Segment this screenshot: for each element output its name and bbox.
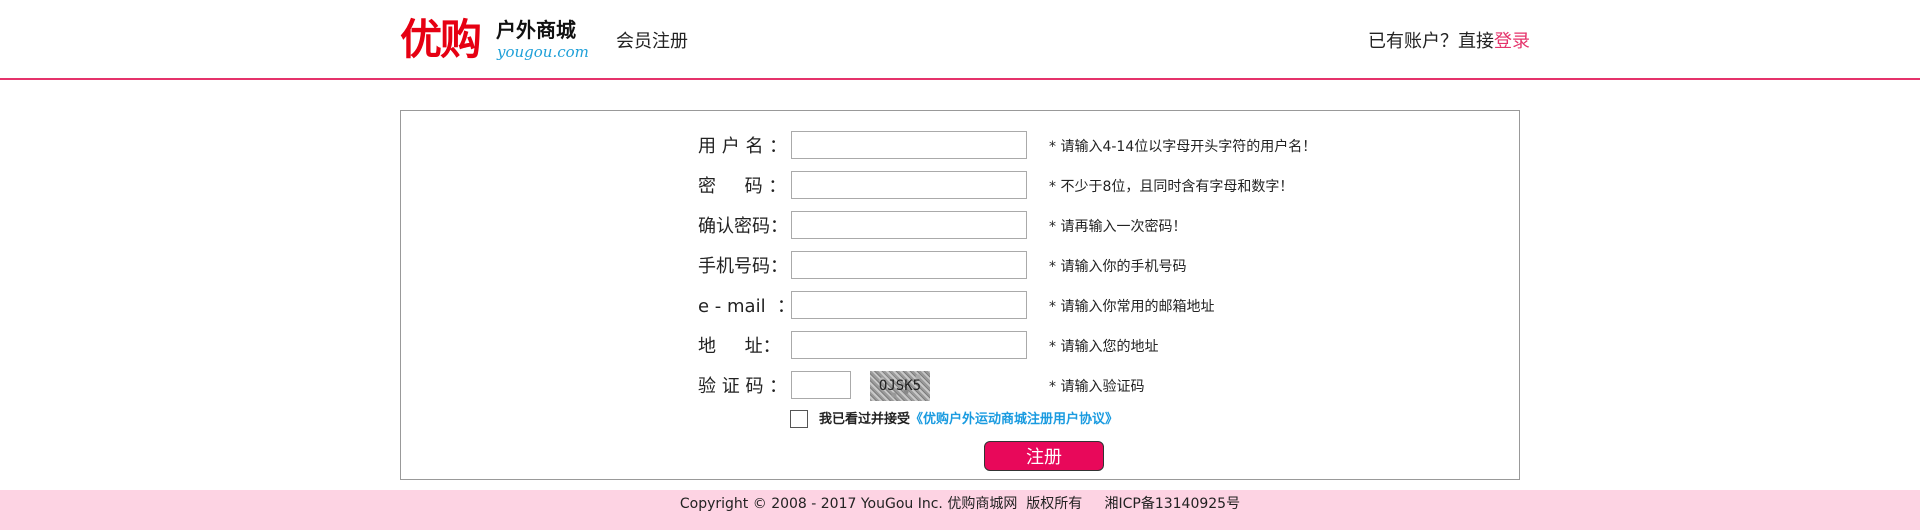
email-label: e - mail ： <box>698 296 796 317</box>
form-row-address: 地 址： * 请输入您的地址 <box>401 331 1519 363</box>
form-row-username: 用 户 名 ： * 请输入4-14位以字母开头字符的用户名！ <box>401 131 1519 163</box>
login-link[interactable]: 登录 <box>1494 31 1530 52</box>
address-input[interactable] <box>791 331 1027 359</box>
form-row-password: 密 码 ： * 不少于8位，且同时含有字母和数字！ <box>401 171 1519 203</box>
email-hint: * 请输入你常用的邮箱地址 <box>1049 299 1215 315</box>
site-logo[interactable]: 优购 户外商城 yougou.com <box>400 15 589 66</box>
form-row-email: e - mail ： * 请输入你常用的邮箱地址 <box>401 291 1519 323</box>
captcha-hint: * 请输入验证码 <box>1049 379 1145 395</box>
page-title: 会员注册 <box>616 31 688 52</box>
username-input[interactable] <box>791 131 1027 159</box>
login-prompt: 已有账户？直接登录 <box>1368 27 1530 53</box>
page-footer: Copyright © 2008 - 2017 YouGou Inc. 优购商城… <box>0 490 1920 530</box>
logo-sub-text: 户外商城 <box>496 18 576 42</box>
address-hint: * 请输入您的地址 <box>1049 339 1159 355</box>
agreement-link[interactable]: 《优购户外运动商城注册用户协议》 <box>910 412 1118 427</box>
agreement-row: 我已看过并接受《优购户外运动商城注册用户协议》 <box>790 410 1190 432</box>
form-row-confirm-password: 确认密码： * 请再输入一次密码！ <box>401 211 1519 243</box>
registration-form: 用 户 名 ： * 请输入4-14位以字母开头字符的用户名！ 密 码 ： * 不… <box>400 110 1520 480</box>
confirm-password-input[interactable] <box>791 211 1027 239</box>
phone-label: 手机号码： <box>698 256 788 277</box>
form-row-phone: 手机号码： * 请输入你的手机号码 <box>401 251 1519 283</box>
email-input[interactable] <box>791 291 1027 319</box>
confirm-password-label: 确认密码： <box>698 216 788 237</box>
agreement-text: 我已看过并接受《优购户外运动商城注册用户协议》 <box>819 411 1118 429</box>
footer-copyright: Copyright © 2008 - 2017 YouGou Inc. 优购商城… <box>679 496 1241 512</box>
password-hint: * 不少于8位，且同时含有字母和数字！ <box>1049 179 1294 195</box>
logo-main-text: 优购 <box>400 15 482 64</box>
login-prompt-text: 已有账户？直接 <box>1368 31 1494 52</box>
password-label: 密 码 ： <box>698 176 787 197</box>
username-label: 用 户 名 ： <box>698 136 788 157</box>
captcha-input[interactable] <box>791 371 851 399</box>
register-button[interactable]: 注册 <box>984 441 1104 471</box>
logo-url-text: yougou.com <box>497 43 589 61</box>
confirm-password-hint: * 请再输入一次密码！ <box>1049 219 1187 235</box>
address-label: 地 址： <box>698 336 781 357</box>
phone-hint: * 请输入你的手机号码 <box>1049 259 1187 275</box>
phone-input[interactable] <box>791 251 1027 279</box>
agreement-prefix: 我已看过并接受 <box>819 412 911 427</box>
form-row-captcha: 验 证 码 ： OJSK5 * 请输入验证码 <box>401 371 1519 403</box>
username-hint: * 请输入4-14位以字母开头字符的用户名！ <box>1049 139 1317 155</box>
agreement-checkbox[interactable] <box>790 410 808 428</box>
captcha-label: 验 证 码 ： <box>698 376 788 397</box>
captcha-image[interactable]: OJSK5 <box>870 371 930 401</box>
page-header: 优购 户外商城 yougou.com 会员注册 已有账户？直接登录 <box>0 0 1920 80</box>
password-input[interactable] <box>791 171 1027 199</box>
